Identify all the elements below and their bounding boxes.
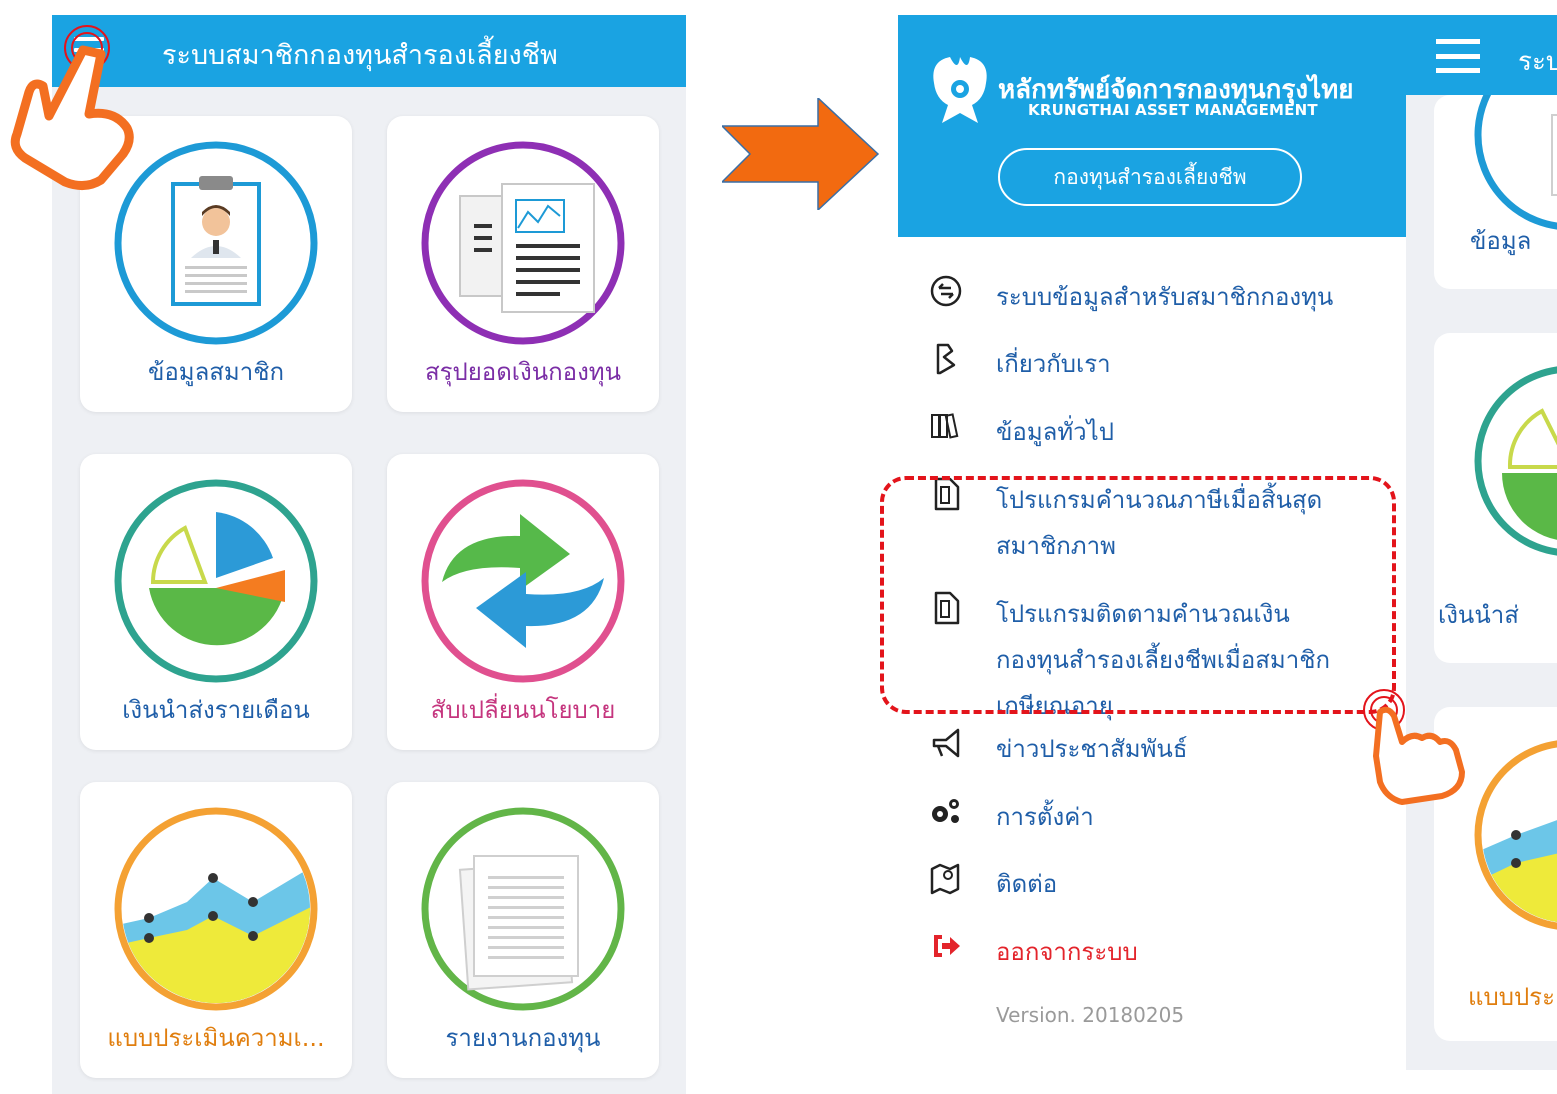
card-risk-assessment[interactable]: แบบประเมินความเ...: [80, 782, 352, 1078]
pie-chart-icon: [114, 479, 318, 683]
background-app-header: ระบ: [1406, 15, 1557, 95]
card-label: ข้อมูลสมาชิก: [147, 358, 285, 386]
card-switch-policy[interactable]: สับเปลี่ยนนโยบาย: [387, 454, 659, 750]
member-clipboard-icon: [1474, 95, 1557, 230]
card-label: เงินนำส่: [1438, 601, 1519, 629]
general-info-icon: [931, 413, 959, 439]
menu-label: ข้อมูลทั่วไป: [996, 418, 1114, 446]
menu-item-about-us[interactable]: เกี่ยวกับเรา: [926, 341, 1111, 387]
menu-label: ข่าวประชาสัมพันธ์: [996, 735, 1188, 763]
menu-item-news[interactable]: ข่าวประชาสัมพันธ์: [926, 726, 1187, 772]
card-label: แบบประเมินความเ...: [107, 1024, 325, 1052]
pie-chart-icon: [1474, 366, 1557, 556]
highlight-box: [880, 476, 1396, 714]
menu-item-settings[interactable]: การตั้งค่า: [926, 794, 1094, 840]
version-text: Version. 20180205: [996, 1003, 1185, 1027]
menu-item-general-info[interactable]: ข้อมูลทั่วไป: [926, 409, 1114, 455]
card-label: สรุปยอดเงินกองทุน: [424, 358, 622, 386]
about-us-icon: [936, 343, 956, 375]
card-label: รายงานกองทุน: [445, 1024, 601, 1052]
card-fund-report[interactable]: รายงานกองทุน: [387, 782, 659, 1078]
hamburger-menu-icon[interactable]: [1436, 39, 1480, 73]
menu-label: ออกจากระบบ: [996, 938, 1138, 966]
fund-summary-document-icon: [421, 141, 625, 345]
provident-fund-button[interactable]: กองทุนสำรองเลี้ยงชีพ: [998, 148, 1302, 206]
logout-icon: [934, 935, 960, 957]
tap-hand-pointer-icon: [10, 25, 134, 190]
card-label: ข้อมูล: [1470, 227, 1532, 255]
krungthai-garuda-logo-icon: [933, 57, 987, 123]
menu-item-contact[interactable]: ติดต่อ: [926, 861, 1057, 907]
tap-hand-pointer-icon: [1363, 689, 1465, 805]
app-title-partial: ระบ: [1518, 47, 1557, 77]
megaphone-icon: [932, 728, 960, 758]
menu-label: ติดต่อ: [996, 870, 1058, 898]
menu-item-member-system[interactable]: ระบบข้อมูลสำหรับสมาชิกกองทุน: [926, 274, 1333, 320]
card-member-info-partial[interactable]: ข้อมูล: [1434, 95, 1557, 289]
card-label: แบบประ: [1468, 983, 1555, 1011]
transition-arrow-icon: [722, 98, 880, 210]
menu-label: เกี่ยวกับเรา: [996, 350, 1111, 378]
assessment-area-chart-icon: [1474, 740, 1557, 930]
menu-label: ระบบข้อมูลสำหรับสมาชิกกองทุน: [996, 283, 1334, 311]
menu-label: การตั้งค่า: [996, 803, 1094, 831]
app-title: ระบบสมาชิกกองทุนสำรองเลี้ยงชีพ: [162, 40, 558, 71]
switch-policy-arrows-icon: [421, 479, 625, 683]
app-header: ระบบสมาชิกกองทุนสำรองเลี้ยงชีพ: [52, 15, 686, 87]
home-screen: ระบบสมาชิกกองทุนสำรองเลี้ยงชีพ ข้อมูลสมา…: [52, 15, 686, 1094]
contact-map-icon: [930, 863, 960, 895]
fund-report-icon: [421, 807, 625, 1011]
assessment-area-chart-icon: [114, 807, 318, 1011]
member-info-icon: [930, 275, 962, 307]
brand-name-english: KRUNGTHAI ASSET MANAGEMENT: [1028, 101, 1318, 119]
drawer-header: หลักทรัพย์จัดการกองทุนกรุงไทย KRUNGTHAI …: [898, 15, 1406, 237]
card-label: สับเปลี่ยนนโยบาย: [430, 696, 616, 724]
card-fund-summary[interactable]: สรุปยอดเงินกองทุน: [387, 116, 659, 412]
card-label: เงินนำส่งรายเดือน: [122, 696, 310, 724]
card-monthly-contribution-partial[interactable]: เงินนำส่: [1434, 333, 1557, 663]
gears-icon: [932, 799, 959, 823]
member-clipboard-icon: [114, 141, 318, 345]
background-home-screen: ข้อมูล เงินนำส่ แบบประ: [1406, 95, 1557, 1070]
card-monthly-contribution[interactable]: เงินนำส่งรายเดือน: [80, 454, 352, 750]
menu-item-logout[interactable]: ออกจากระบบ: [926, 929, 1138, 975]
